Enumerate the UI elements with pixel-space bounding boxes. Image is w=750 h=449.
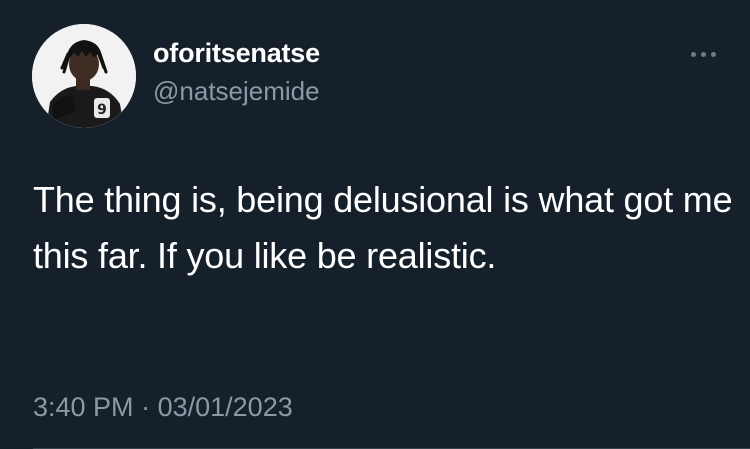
- avatar-image: 9: [32, 24, 136, 128]
- tweet-time: 3:40 PM: [33, 392, 134, 422]
- tweet-header: 9 oforitsenatse @natsejemide: [32, 24, 320, 128]
- dot-icon: [711, 52, 716, 57]
- author-names: oforitsenatse @natsejemide: [153, 36, 320, 108]
- dot-icon: [701, 52, 706, 57]
- svg-text:9: 9: [97, 102, 107, 118]
- user-handle[interactable]: @natsejemide: [153, 74, 320, 108]
- tweet-timestamp[interactable]: 3:40 PM · 03/01/2023: [33, 390, 293, 424]
- display-name[interactable]: oforitsenatse: [153, 36, 320, 70]
- timestamp-separator: ·: [141, 392, 151, 422]
- tweet-text: The thing is, being delusional is what g…: [33, 179, 733, 276]
- avatar[interactable]: 9: [32, 24, 136, 128]
- dot-icon: [691, 52, 696, 57]
- tweet-date: 03/01/2023: [157, 392, 293, 422]
- tweet-card: 9 oforitsenatse @natsejemide The thing i…: [0, 0, 750, 449]
- more-options-ellipsis-icon[interactable]: [691, 52, 716, 57]
